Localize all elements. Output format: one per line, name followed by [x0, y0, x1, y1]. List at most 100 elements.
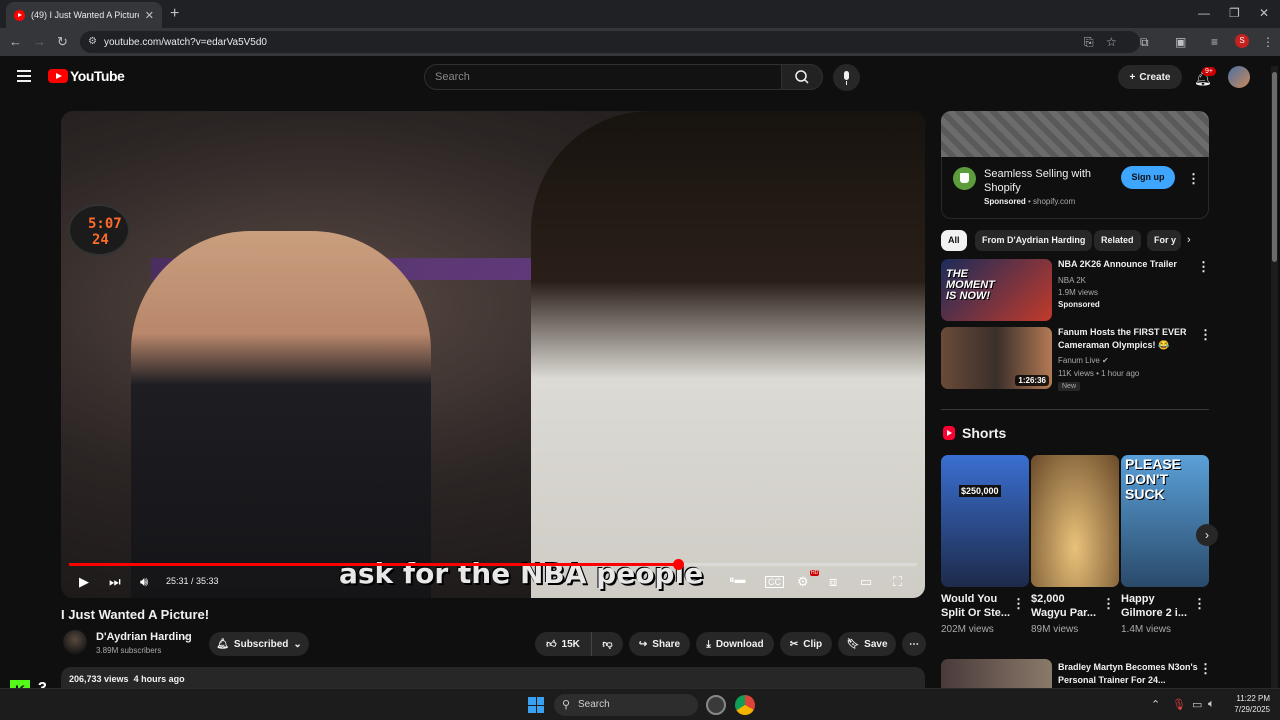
- windows-start-icon[interactable]: [528, 697, 544, 713]
- download-button[interactable]: ⤓ Download: [696, 632, 774, 656]
- sidepanel-icon[interactable]: ▣: [1175, 35, 1186, 49]
- chip-all[interactable]: All: [941, 230, 967, 251]
- taskbar-clock[interactable]: 11:22 PM 7/29/2025: [1224, 693, 1270, 715]
- short-more-icon[interactable]: ⋮: [1193, 596, 1206, 612]
- related-channel-name: Fanum Live: [1058, 356, 1100, 365]
- browser-tab-youtube[interactable]: (49) I Just Wanted A Picture! - YouTube …: [6, 2, 162, 28]
- next-icon[interactable]: ⏭︎: [109, 574, 121, 590]
- fullscreen-icon[interactable]: ⛶: [893, 574, 902, 590]
- related-more-icon[interactable]: ⋮: [1197, 259, 1210, 275]
- create-button[interactable]: + Create: [1118, 65, 1182, 89]
- video-duration: 1:26:36: [1015, 375, 1049, 386]
- clock-time: 11:22 PM: [1236, 694, 1270, 703]
- theater-mode-icon[interactable]: ▭: [860, 574, 872, 590]
- related-title[interactable]: NBA 2K26 Announce Trailer: [1058, 258, 1193, 271]
- taskbar-app-icon[interactable]: [706, 695, 726, 715]
- short-title[interactable]: $2,000 Wagyu Par...: [1031, 592, 1101, 620]
- like-button[interactable]: 👍︎ 15K: [535, 632, 591, 656]
- voice-search-mic-icon[interactable]: [833, 64, 860, 91]
- miniplayer-icon[interactable]: ⧈: [829, 574, 837, 590]
- autoplay-toggle-icon[interactable]: ⏸︎▬: [729, 574, 746, 587]
- thumbs-down-icon: 👎︎: [602, 639, 613, 650]
- shorts-next-icon[interactable]: ›: [1196, 524, 1218, 546]
- video-person-woman: [131, 231, 431, 598]
- youtube-logo[interactable]: YouTube: [48, 68, 125, 84]
- progress-scrubber[interactable]: [672, 559, 684, 570]
- site-info-icon[interactable]: ⚙: [88, 36, 97, 47]
- download-label: Download: [715, 638, 764, 650]
- like-count: 15K: [561, 638, 580, 650]
- youtube-wordmark: YouTube: [70, 68, 125, 84]
- related-thumbnail[interactable]: THE MOMENT IS NOW!: [941, 259, 1052, 321]
- tab-close-icon[interactable]: ✕: [145, 9, 154, 22]
- address-bar[interactable]: ⚙ youtube.com/watch?v=edarVa5V5d0: [80, 31, 1140, 53]
- related-title[interactable]: Fanum Hosts the FIRST EVER Cameraman Oly…: [1058, 326, 1198, 352]
- related-more-icon[interactable]: ⋮: [1199, 661, 1212, 677]
- browser-profile-avatar[interactable]: S: [1235, 34, 1249, 48]
- search-input[interactable]: Search: [424, 64, 782, 90]
- guide-menu-icon[interactable]: [17, 70, 31, 82]
- thumbnail-text: THE MOMENT IS NOW!: [946, 268, 995, 302]
- settings-gear-icon[interactable]: ⚙: [797, 574, 809, 590]
- chip-related[interactable]: Related: [1094, 230, 1141, 251]
- clip-button[interactable]: ✂ Clip: [780, 632, 832, 656]
- short-more-icon[interactable]: ⋮: [1012, 596, 1025, 612]
- bookmark-star-icon[interactable]: ☆: [1106, 35, 1117, 49]
- save-button[interactable]: 🔖︎ Save: [838, 632, 896, 656]
- chevron-right-icon[interactable]: ›: [1187, 234, 1191, 246]
- ad-title[interactable]: Seamless Selling with Shopify: [984, 167, 1104, 195]
- channel-name[interactable]: D'Aydrian Harding: [96, 631, 192, 643]
- dislike-button[interactable]: 👎︎: [591, 632, 623, 656]
- back-icon[interactable]: ←: [9, 34, 22, 49]
- short-title[interactable]: Happy Gilmore 2 i...: [1121, 592, 1191, 620]
- progress-bar[interactable]: [69, 559, 917, 570]
- media-control-icon[interactable]: ≡: [1211, 35, 1218, 49]
- page-scrollbar[interactable]: [1271, 66, 1278, 688]
- extensions-icon[interactable]: ⧉: [1140, 35, 1149, 50]
- new-tab-button[interactable]: +: [170, 5, 179, 23]
- short-more-icon[interactable]: ⋮: [1102, 596, 1115, 612]
- chrome-taskbar-icon[interactable]: [735, 695, 755, 715]
- forward-icon[interactable]: →: [33, 34, 46, 49]
- more-actions-button[interactable]: ⋯: [902, 632, 926, 656]
- chrome-menu-icon[interactable]: ⋮: [1262, 35, 1274, 49]
- signup-button[interactable]: Sign up: [1121, 166, 1175, 189]
- related-thumbnail[interactable]: [941, 659, 1052, 688]
- tray-chevron-up-icon[interactable]: ⌃: [1151, 698, 1160, 711]
- related-channel[interactable]: NBA 2K: [1058, 275, 1086, 287]
- short-thumbnail[interactable]: $250,000: [941, 455, 1029, 587]
- short-thumbnail[interactable]: PLEASE DON'T SUCK: [1121, 455, 1209, 587]
- install-app-icon[interactable]: ⎘: [1084, 35, 1094, 50]
- related-title[interactable]: Bradley Martyn Becomes N3on's Personal T…: [1058, 661, 1198, 687]
- thumbs-up-icon: 👍︎: [546, 639, 557, 650]
- related-thumbnail[interactable]: 1:26:36: [941, 327, 1052, 389]
- video-player[interactable]: 5:07 24 ask for the NBA people ▶ ⏭︎ 🔊︎ 2…: [61, 111, 925, 598]
- play-icon[interactable]: ▶: [79, 574, 89, 590]
- related-more-icon[interactable]: ⋮: [1199, 327, 1212, 343]
- ad-banner-image[interactable]: [941, 111, 1209, 157]
- restore-icon[interactable]: ❐: [1229, 6, 1240, 20]
- chip-from-channel[interactable]: From D'Aydrian Harding: [975, 230, 1093, 251]
- search-button[interactable]: [781, 64, 823, 90]
- volume-icon[interactable]: 🔊︎: [140, 574, 148, 590]
- channel-avatar[interactable]: [63, 630, 87, 654]
- reload-icon[interactable]: ↻: [57, 34, 68, 50]
- user-avatar[interactable]: [1228, 66, 1250, 88]
- shopify-logo-icon[interactable]: [953, 167, 976, 190]
- window-close-icon[interactable]: ✕: [1259, 6, 1269, 20]
- minimize-icon[interactable]: —: [1198, 6, 1210, 20]
- share-button[interactable]: ↪ Share: [629, 632, 690, 656]
- related-channel[interactable]: Fanum Live ✔: [1058, 355, 1109, 367]
- captions-icon[interactable]: CC: [765, 576, 784, 588]
- chip-for-you[interactable]: For y: [1147, 230, 1181, 251]
- short-thumbnail[interactable]: [1031, 455, 1119, 587]
- taskbar-search[interactable]: ⚲ Search: [554, 694, 698, 716]
- short-title[interactable]: Would You Split Or Ste...: [941, 592, 1011, 620]
- network-icon[interactable]: ▭: [1192, 698, 1202, 711]
- ad-more-icon[interactable]: ⋮: [1187, 171, 1200, 187]
- speaker-icon[interactable]: 🔈︎: [1208, 698, 1215, 711]
- subscribed-button[interactable]: 🔔︎ Subscribed ⌄: [209, 632, 309, 656]
- youtube-masthead: YouTube Search + Create 🔔︎ 9+: [0, 56, 1270, 98]
- scrollbar-thumb[interactable]: [1272, 72, 1277, 262]
- microphone-icon[interactable]: 🎙︎: [1172, 698, 1186, 711]
